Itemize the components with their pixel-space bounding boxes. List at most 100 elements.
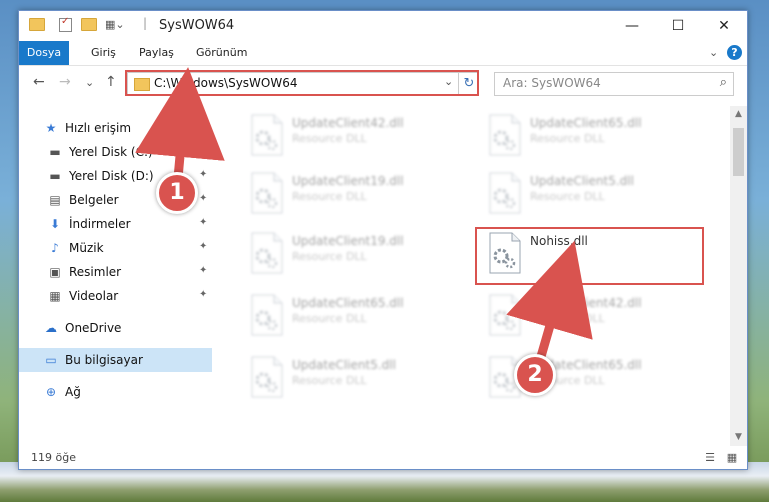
file-item[interactable]: UpdateClient19.dll Resource DLL <box>240 226 460 284</box>
dll-file-icon <box>489 172 521 214</box>
file-name: UpdateClient65.dll <box>292 296 404 310</box>
up-arrow-icon[interactable]: ↑ <box>105 74 117 90</box>
address-highlight-box <box>125 70 479 96</box>
file-item[interactable]: UpdateClient65.dll Resource DLL <box>478 350 698 408</box>
back-arrow-icon[interactable]: ← <box>33 74 45 90</box>
expand-ribbon-icon[interactable]: ⌄ <box>709 41 718 65</box>
vertical-scrollbar[interactable]: ▲ ▼ <box>730 106 747 446</box>
dll-file-icon <box>251 232 283 274</box>
file-name: UpdateClient19.dll <box>292 234 404 248</box>
tab-giris[interactable]: Giriş <box>91 41 116 65</box>
computer-icon: ▭ <box>45 353 57 367</box>
details-view-icon[interactable]: ☰ <box>703 451 717 464</box>
file-name: UpdateClient5.dll <box>292 358 396 372</box>
navigation-bar: ← → ⌄ ↑ C:\Windows\SysWOW64 ⌄ ↻ Ara: Sys… <box>19 66 747 100</box>
recent-locations-icon[interactable]: ⌄ <box>85 76 94 89</box>
pin-icon[interactable]: ✦ <box>199 289 207 300</box>
pin-icon[interactable]: ✦ <box>199 169 207 180</box>
ribbon-tabs: Dosya Giriş Paylaş Görünüm ⌄ ? <box>19 41 747 66</box>
minimize-button[interactable]: — <box>609 11 655 41</box>
drive-icon: ▬ <box>49 145 61 159</box>
document-icon: ▤ <box>49 193 61 207</box>
target-file-highlight-box <box>475 227 704 285</box>
help-icon[interactable]: ? <box>727 45 742 60</box>
scroll-up-icon[interactable]: ▲ <box>730 106 747 123</box>
download-icon: ⬇ <box>49 217 61 231</box>
window-title: SysWOW64 <box>159 18 235 33</box>
sidebar-item-label: Yerel Disk (C:) <box>69 145 153 159</box>
star-icon: ★ <box>45 121 57 135</box>
file-type: Resource DLL <box>530 190 605 203</box>
file-item[interactable]: UpdateClient65.dll Resource DLL <box>478 108 698 166</box>
file-item[interactable]: UpdateClient19.dll Resource DLL <box>240 166 460 224</box>
large-icons-view-icon[interactable]: ▦ <box>725 451 739 464</box>
file-item[interactable]: UpdateClient42.dll Resource DLL <box>478 288 698 346</box>
tab-paylas[interactable]: Paylaş <box>139 41 174 65</box>
file-type: Resource DLL <box>530 312 605 325</box>
dll-file-icon <box>251 294 283 336</box>
file-item[interactable]: UpdateClient5.dll Resource DLL <box>240 350 460 408</box>
dll-file-icon <box>251 114 283 156</box>
quick-access-folder-icon[interactable] <box>29 18 45 31</box>
forward-arrow-icon[interactable]: → <box>59 74 71 90</box>
drive-icon: ▬ <box>49 169 61 183</box>
sidebar-item[interactable]: ⬇ İndirmeler ✦ <box>19 212 212 236</box>
file-name: UpdateClient42.dll <box>530 296 642 310</box>
pin-icon[interactable]: ✦ <box>199 265 207 276</box>
sidebar-item[interactable]: ★ Hızlı erişim <box>19 116 212 140</box>
callout-1: 1 <box>156 172 198 214</box>
file-item[interactable]: UpdateClient42.dll Resource DLL <box>240 108 460 166</box>
search-box[interactable]: Ara: SysWOW64 ⌕ <box>494 72 734 96</box>
cloud-icon: ☁ <box>45 321 57 335</box>
item-count: 119 öğe <box>31 451 76 464</box>
sidebar-item-label: Hızlı erişim <box>65 121 132 135</box>
video-icon: ▦ <box>49 289 61 303</box>
tab-dosya[interactable]: Dosya <box>19 41 69 65</box>
pin-icon[interactable]: ✦ <box>199 193 207 204</box>
pin-icon[interactable]: ✦ <box>199 241 207 252</box>
title-separator: | <box>143 16 148 30</box>
maximize-button[interactable]: ☐ <box>655 11 701 41</box>
sidebar-item[interactable]: ▦ Videolar ✦ <box>19 284 212 308</box>
sidebar-item-label: Müzik <box>69 241 104 255</box>
sidebar-item[interactable]: ▣ Resimler ✦ <box>19 260 212 284</box>
file-item[interactable]: UpdateClient5.dll Resource DLL <box>478 166 698 224</box>
sidebar-item-label: OneDrive <box>65 321 122 335</box>
file-type: Resource DLL <box>292 250 367 263</box>
scroll-down-icon[interactable]: ▼ <box>730 429 747 446</box>
music-icon: ♪ <box>51 241 59 255</box>
dll-file-icon <box>489 294 521 336</box>
dll-file-icon <box>251 172 283 214</box>
file-name: UpdateClient65.dll <box>530 116 642 130</box>
sidebar-item-label: Yerel Disk (D:) <box>69 169 154 183</box>
sidebar-item[interactable]: ▭ Bu bilgisayar <box>19 348 212 372</box>
sidebar-item-label: Belgeler <box>69 193 119 207</box>
sidebar-item-label: Bu bilgisayar <box>65 353 143 367</box>
network-icon: ⊕ <box>45 385 57 399</box>
file-type: Resource DLL <box>292 374 367 387</box>
new-folder-icon[interactable] <box>81 18 97 31</box>
file-explorer-window: ▦⌄ | SysWOW64 — ☐ ✕ Dosya Giriş Paylaş G… <box>18 10 748 470</box>
sidebar-item-label: Ağ <box>65 385 81 399</box>
sidebar-item[interactable]: ⊕ Ağ <box>19 380 212 404</box>
properties-check-icon[interactable] <box>59 16 72 32</box>
search-input[interactable]: Ara: SysWOW64 <box>503 76 601 90</box>
tab-gorunum[interactable]: Görünüm <box>196 41 247 65</box>
file-item[interactable]: UpdateClient65.dll Resource DLL <box>240 288 460 346</box>
sidebar-item[interactable]: ♪ Müzik ✦ <box>19 236 212 260</box>
search-icon[interactable]: ⌕ <box>720 75 727 90</box>
file-name: UpdateClient5.dll <box>530 174 634 188</box>
scroll-thumb[interactable] <box>733 128 744 176</box>
sidebar-item[interactable]: ▬ Yerel Disk (C:) ✦ <box>19 140 212 164</box>
title-bar: ▦⌄ | SysWOW64 — ☐ ✕ <box>19 11 747 41</box>
close-button[interactable]: ✕ <box>701 11 747 41</box>
sidebar-item-label: Resimler <box>69 265 122 279</box>
status-bar: 119 öğe ☰ ▦ <box>19 446 747 469</box>
customize-toolbar-icon[interactable]: ▦⌄ <box>105 18 125 31</box>
pin-icon[interactable]: ✦ <box>199 217 207 228</box>
file-type: Resource DLL <box>292 132 367 145</box>
sidebar-item-label: İndirmeler <box>69 217 131 231</box>
navigation-pane: ★ Hızlı erişim ▬ Yerel Disk (C:) ✦ ▬ Yerel Dis… <box>19 106 212 446</box>
pin-icon[interactable]: ✦ <box>199 145 207 156</box>
sidebar-item[interactable]: ☁ OneDrive <box>19 316 212 340</box>
